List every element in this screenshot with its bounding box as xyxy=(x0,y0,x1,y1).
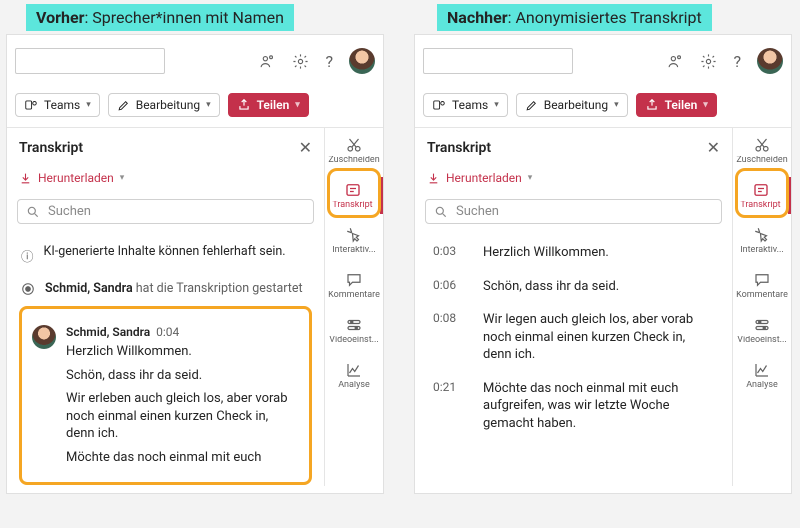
rail-analyse[interactable]: Analyse xyxy=(325,357,383,394)
transcript-search-input[interactable]: Suchen xyxy=(425,199,722,224)
download-button[interactable]: Herunterladen ▾ xyxy=(7,167,324,195)
transcript-header: Transkript ✕ xyxy=(7,128,324,167)
after-tag: Nachher: Anonymisiertes Transkript xyxy=(437,4,712,31)
people-icon[interactable] xyxy=(667,53,684,70)
transcript-line: Wir erleben auch gleich los, aber vorab … xyxy=(66,390,299,443)
people-icon[interactable] xyxy=(259,53,276,70)
transcript-line: Schön, dass ihr da seid. xyxy=(66,367,299,385)
chevron-down-icon: ▾ xyxy=(614,100,619,110)
teams-button[interactable]: Teams▾ xyxy=(423,93,508,117)
message-meta: Schmid, Sandra 0:04 xyxy=(66,325,299,339)
avatar[interactable] xyxy=(349,48,375,74)
timestamp: 0:03 xyxy=(433,244,467,262)
rail-cut[interactable]: Zuschneiden xyxy=(325,132,383,169)
close-icon[interactable]: ✕ xyxy=(707,138,720,157)
timestamp: 0:08 xyxy=(433,311,467,364)
teams-button[interactable]: Teams▾ xyxy=(15,93,100,117)
topbar: ? xyxy=(7,35,383,87)
chevron-down-icon: ▾ xyxy=(120,173,125,183)
right-rail: Zuschneiden Transkript Interaktiv... Kom… xyxy=(325,128,383,486)
chevron-down-icon: ▾ xyxy=(528,173,533,183)
transcript-header: Transkript ✕ xyxy=(415,128,732,167)
record-icon xyxy=(21,282,35,296)
highlight-message: Schmid, Sandra 0:04 Herzlich Willkommen.… xyxy=(19,306,312,485)
help-icon[interactable]: ? xyxy=(733,52,741,71)
transcript-line: Herzlich Willkommen. xyxy=(66,343,299,361)
right-rail: Zuschneiden Transkript Interaktiv... Kom… xyxy=(733,128,791,486)
transcription-started: Schmid, Sandra hat die Transkription ges… xyxy=(17,273,314,304)
before-tag: Vorher: Sprecher*innen mit Namen xyxy=(26,4,294,31)
close-icon[interactable]: ✕ xyxy=(299,138,312,157)
rail-comments[interactable]: Kommentare xyxy=(733,267,791,304)
transcript-row: 0:03 Herzlich Willkommen. xyxy=(425,236,722,270)
rail-video[interactable]: Videoeinst... xyxy=(325,312,383,349)
rail-video[interactable]: Videoeinst... xyxy=(733,312,791,349)
panel-after: ? Teams▾ Bearbeitung▾ Teilen▾ Transkript… xyxy=(414,34,792,494)
chevron-down-icon: ▾ xyxy=(86,100,91,110)
panel-before: ? Teams▾ Bearbeitung▾ Teilen▾ Transkript… xyxy=(6,34,384,494)
command-bar: Teams▾ Bearbeitung▾ Teilen▾ xyxy=(7,87,383,128)
rail-analyse[interactable]: Analyse xyxy=(733,357,791,394)
rail-transcript[interactable]: Transkript xyxy=(733,177,791,214)
timestamp: 0:21 xyxy=(433,380,467,433)
topbar: ? xyxy=(415,35,791,87)
info-icon: ⓘ xyxy=(21,246,34,265)
rail-interactive[interactable]: Interaktiv... xyxy=(733,222,791,259)
global-search-input[interactable] xyxy=(15,48,165,74)
edit-button[interactable]: Bearbeitung▾ xyxy=(108,93,220,117)
transcript-text: Herzlich Willkommen. xyxy=(483,244,609,262)
rail-transcript[interactable]: Transkript xyxy=(325,177,383,214)
ai-notice: ⓘ KI-generierte Inhalte können fehlerhaf… xyxy=(17,236,314,273)
rail-comments[interactable]: Kommentare xyxy=(325,267,383,304)
gear-icon[interactable] xyxy=(700,53,717,70)
rail-cut[interactable]: Zuschneiden xyxy=(733,132,791,169)
avatar xyxy=(32,325,56,349)
transcript-text: Wir legen auch gleich los, aber vorab no… xyxy=(483,311,714,364)
transcript-row: 0:06 Schön, dass ihr da seid. xyxy=(425,270,722,304)
share-button[interactable]: Teilen▾ xyxy=(636,93,717,117)
share-button[interactable]: Teilen▾ xyxy=(228,93,309,117)
chevron-down-icon: ▾ xyxy=(295,100,300,110)
chevron-down-icon: ▾ xyxy=(494,100,499,110)
timestamp: 0:06 xyxy=(433,278,467,296)
chevron-down-icon: ▾ xyxy=(703,100,708,110)
command-bar: Teams▾ Bearbeitung▾ Teilen▾ xyxy=(415,87,791,128)
transcript-line: Möchte das noch einmal mit euch xyxy=(66,449,299,467)
transcript-row: 0:08 Wir legen auch gleich los, aber vor… xyxy=(425,303,722,372)
edit-button[interactable]: Bearbeitung▾ xyxy=(516,93,628,117)
rail-interactive[interactable]: Interaktiv... xyxy=(325,222,383,259)
transcript-row: 0:21 Möchte das noch einmal mit euch auf… xyxy=(425,372,722,441)
avatar[interactable] xyxy=(757,48,783,74)
chevron-down-icon: ▾ xyxy=(206,100,211,110)
gear-icon[interactable] xyxy=(292,53,309,70)
global-search-input[interactable] xyxy=(423,48,573,74)
transcript-text: Schön, dass ihr da seid. xyxy=(483,278,619,296)
transcript-message: Schmid, Sandra 0:04 Herzlich Willkommen.… xyxy=(28,315,303,482)
download-button[interactable]: Herunterladen ▾ xyxy=(415,167,732,195)
help-icon[interactable]: ? xyxy=(325,52,333,71)
transcript-text: Möchte das noch einmal mit euch aufgreif… xyxy=(483,380,714,433)
transcript-search-input[interactable]: Suchen xyxy=(17,199,314,224)
